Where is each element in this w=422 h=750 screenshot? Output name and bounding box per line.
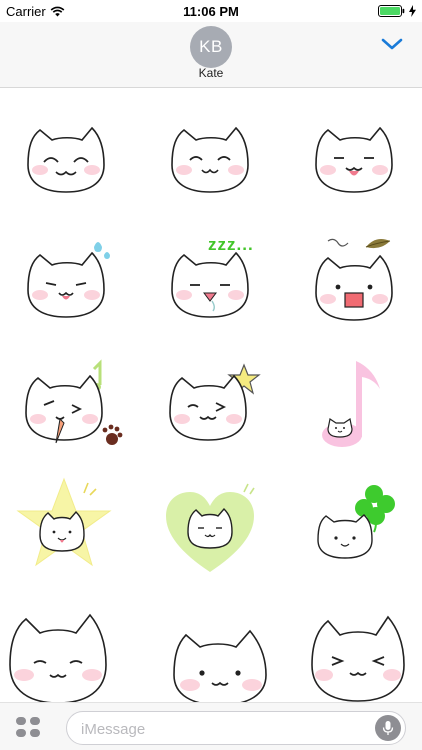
conversation-header: KB Kate <box>0 22 422 88</box>
imessage-input[interactable]: iMessage <box>66 711 406 745</box>
sticker-dot-eyes-cat[interactable] <box>160 615 280 702</box>
sticker-clover-cat[interactable] <box>314 480 404 570</box>
avatar[interactable]: KB <box>190 26 232 68</box>
sticker-grid: zzz... <box>0 90 422 702</box>
microphone-icon <box>382 721 394 735</box>
chevron-down-icon[interactable] <box>380 36 404 52</box>
status-left: Carrier <box>6 4 65 19</box>
status-right <box>378 5 416 17</box>
wifi-icon <box>50 6 65 16</box>
battery-icon <box>378 5 405 17</box>
microphone-button[interactable] <box>375 715 401 741</box>
sticker-surprised-cat-with-leaf[interactable] <box>304 235 404 325</box>
sticker-sleepy-cat[interactable]: zzz... <box>160 235 260 325</box>
sticker-licking-cat-with-paw[interactable] <box>16 355 126 455</box>
sticker-tongue-out-cat[interactable] <box>304 120 404 200</box>
charging-bolt-icon <box>409 5 416 17</box>
sticker-sweating-cat[interactable] <box>16 235 116 325</box>
sticker-music-note-cat[interactable] <box>310 355 400 455</box>
imessage-placeholder: iMessage <box>81 721 146 738</box>
sticker-happy-squint-cat[interactable] <box>16 120 116 200</box>
sticker-heart-cat[interactable] <box>160 480 270 580</box>
sticker-winking-cat-with-star[interactable] <box>160 355 270 455</box>
sticker-star-cat[interactable] <box>10 475 130 585</box>
message-input-bar: iMessage <box>0 702 422 750</box>
carrier-label: Carrier <box>6 3 46 19</box>
app-drawer-icon[interactable] <box>14 715 42 739</box>
sleepy-cat-face <box>171 251 249 318</box>
sticker-content-cat[interactable] <box>0 605 120 702</box>
sticker-smiling-cat[interactable] <box>160 120 260 200</box>
contact-name[interactable]: Kate <box>0 66 422 80</box>
sticker-squinting-cat[interactable] <box>304 605 414 702</box>
status-bar: Carrier 11:06 PM <box>0 0 422 22</box>
